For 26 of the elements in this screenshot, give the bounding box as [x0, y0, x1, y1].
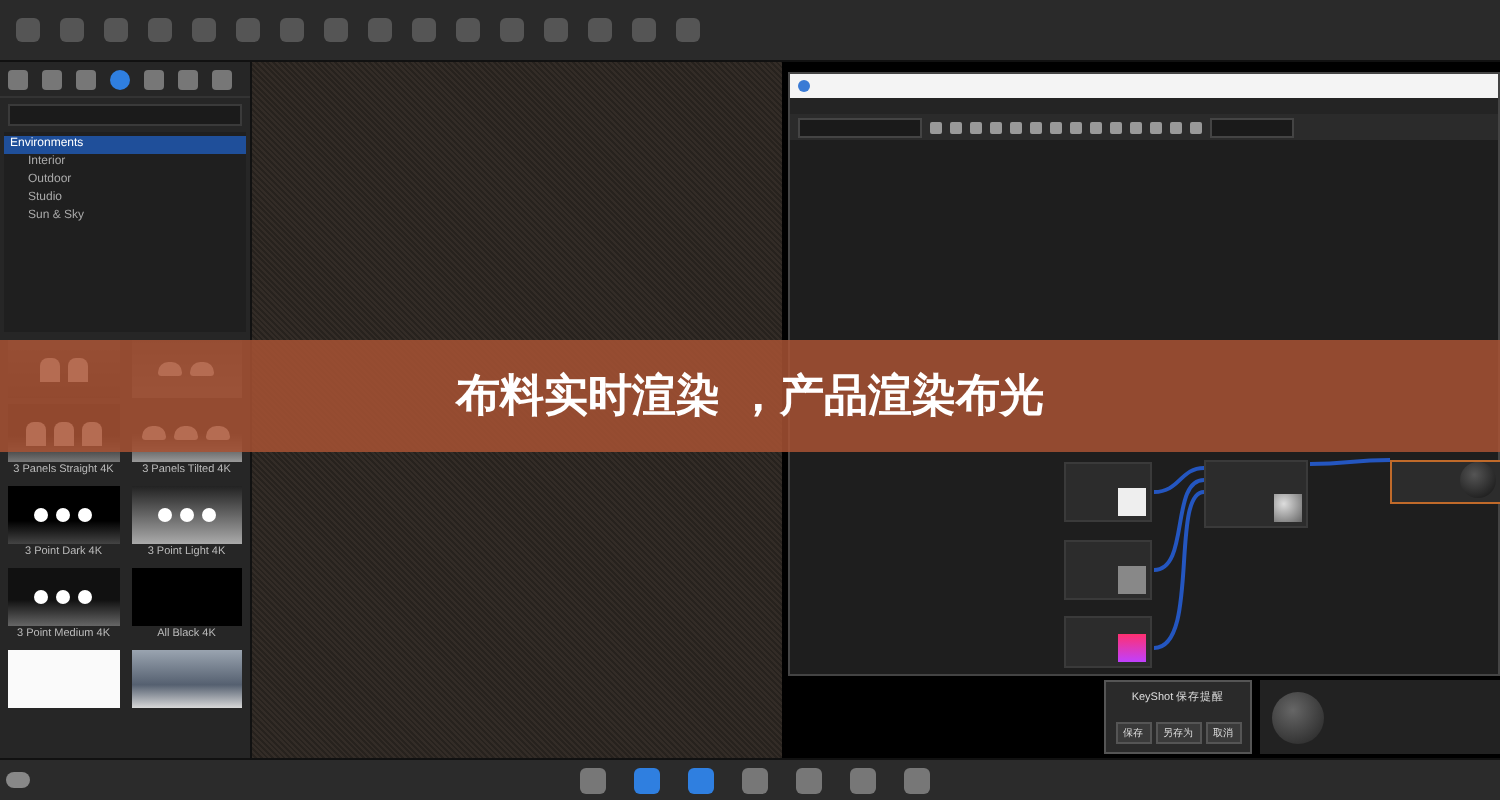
output-node[interactable]	[1390, 460, 1500, 504]
environment-thumbnail[interactable]	[131, 486, 242, 544]
connection-wire	[1309, 458, 1391, 466]
dropdown-field[interactable]	[1210, 117, 1294, 137]
environment-thumbnail[interactable]	[8, 486, 119, 544]
toolbar-icon[interactable]	[904, 767, 930, 793]
toolbar-icon[interactable]	[580, 767, 606, 793]
banner-title: 布料实时渲染 ，产品渲染布光	[456, 369, 1044, 426]
toolbar-icon[interactable]	[796, 767, 822, 793]
toolbar-icon[interactable]	[634, 767, 660, 793]
dropdown-field[interactable]	[798, 117, 922, 137]
toolbar-icon[interactable]	[742, 767, 768, 793]
cloud-icon[interactable]	[6, 772, 30, 788]
search-field[interactable]	[8, 104, 242, 126]
material-ball-drawing	[1272, 691, 1324, 743]
environment-thumbnail[interactable]	[8, 650, 119, 708]
toolbar-icon[interactable]	[850, 767, 876, 793]
app-logo-icon	[798, 80, 810, 92]
color-node[interactable]	[1064, 616, 1152, 668]
environment-thumbnail[interactable]	[131, 650, 242, 708]
material-node[interactable]	[1204, 460, 1308, 528]
texture-node[interactable]	[1064, 540, 1152, 600]
environment-thumbnail[interactable]	[131, 568, 242, 626]
environment-thumbnail[interactable]	[8, 568, 119, 626]
toolbar-icon[interactable]	[688, 767, 714, 793]
texture-node[interactable]	[1064, 462, 1152, 522]
